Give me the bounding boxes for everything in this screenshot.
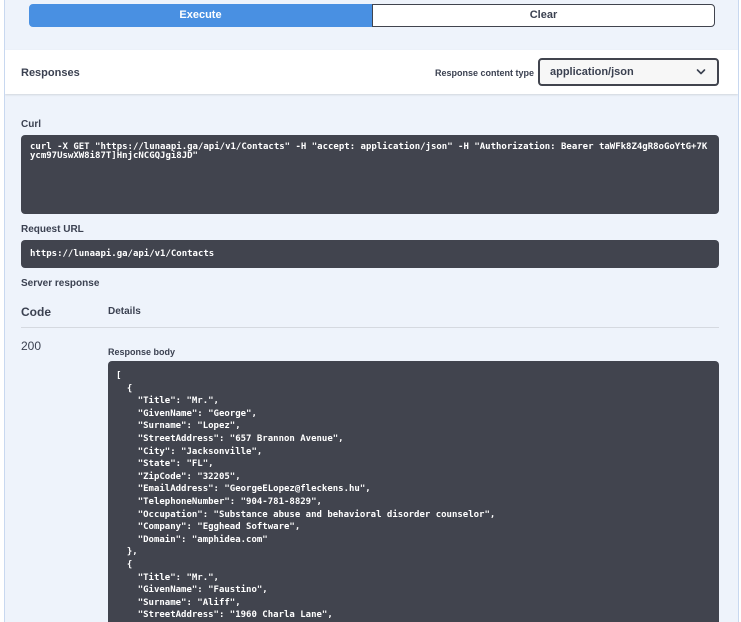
details-column-header: Details: [108, 306, 141, 317]
response-status-code: 200: [21, 339, 42, 353]
response-content-type-select[interactable]: application/json: [538, 58, 719, 86]
server-response-label: Server response: [21, 278, 100, 289]
code-column-header: Code: [21, 305, 51, 319]
try-it-out-panel: Execute Clear Responses Response content…: [4, 0, 739, 622]
response-content-type-label: Response content type: [435, 68, 535, 78]
execute-clear-group: Execute Clear: [29, 4, 715, 27]
request-url-block: https://lunaapi.ga/api/v1/Contacts: [21, 240, 719, 268]
table-divider: [21, 327, 719, 328]
response-body-block[interactable]: [ { "Title": "Mr.", "GivenName": "George…: [108, 361, 719, 622]
execute-button[interactable]: Execute: [29, 4, 372, 27]
curl-command-block: curl -X GET "https://lunaapi.ga/api/v1/C…: [21, 135, 719, 214]
responses-header: Responses Response content type applicat…: [5, 50, 738, 94]
chevron-down-icon: [696, 69, 706, 75]
curl-label: Curl: [21, 119, 41, 130]
clear-button[interactable]: Clear: [372, 4, 715, 27]
responses-title: Responses: [21, 67, 80, 79]
request-url-label: Request URL: [21, 224, 84, 235]
response-content-type-value: application/json: [550, 66, 634, 78]
response-body-label: Response body: [108, 347, 176, 357]
